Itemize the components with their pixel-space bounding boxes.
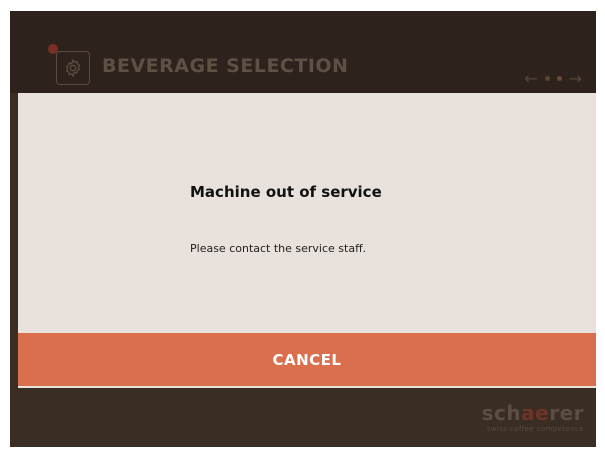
dialog-message: Please contact the service staff. — [190, 242, 367, 255]
brand-name-start: sch — [481, 401, 522, 425]
arrow-left-icon[interactable]: ← — [524, 69, 537, 88]
brand-tagline: swiss coffee competence — [486, 425, 584, 433]
out-of-service-dialog: Machine out of service Please contact th… — [18, 93, 596, 388]
brand-name-accent: ae — [521, 401, 550, 425]
cancel-button[interactable]: CANCEL — [18, 333, 596, 386]
arrow-right-icon[interactable]: → — [569, 69, 582, 88]
gear-icon — [65, 58, 81, 78]
machine-screen: BEVERAGE SELECTION ← → Machine out of se… — [10, 11, 596, 447]
page-dot-1 — [544, 76, 550, 81]
settings-button[interactable] — [56, 51, 90, 85]
brand-logo: schaerer swiss coffee competence — [482, 401, 584, 433]
brand-name-end: rer — [549, 401, 584, 425]
page-dot-2 — [556, 76, 562, 81]
brand-name: schaerer — [482, 401, 584, 425]
dialog-title: Machine out of service — [190, 183, 382, 201]
header-bar: BEVERAGE SELECTION ← → — [10, 11, 596, 93]
page-title: BEVERAGE SELECTION — [102, 55, 349, 77]
page-navigation: ← → — [524, 69, 582, 88]
